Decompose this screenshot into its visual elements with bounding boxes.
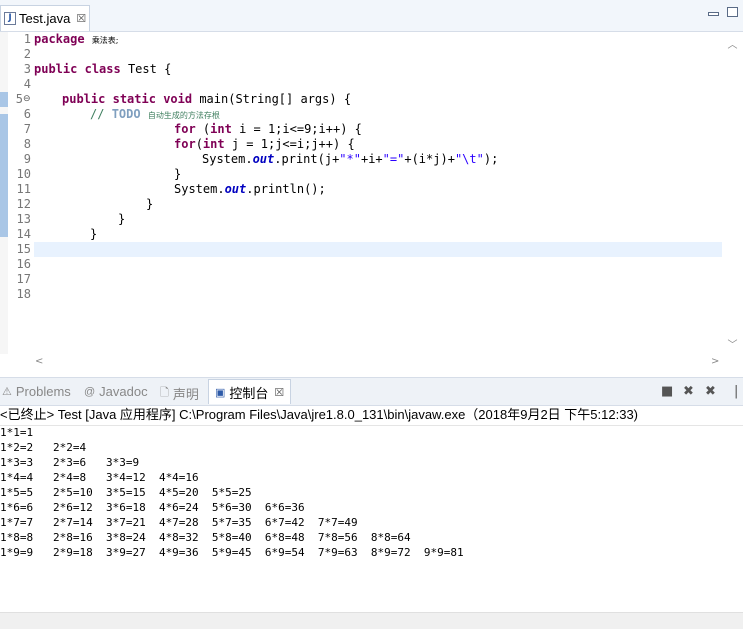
line-number: 12 — [16, 197, 31, 211]
code-line: // TODO 自动生成的方法存根 — [90, 107, 220, 121]
code-line: package 乘法表; — [34, 32, 119, 46]
console-horizontal-scrollbar[interactable] — [0, 612, 743, 629]
more-icon[interactable]: | — [734, 384, 738, 399]
line-number: 8 — [23, 137, 31, 151]
line-number: 18 — [16, 287, 31, 301]
chevron-down-icon[interactable]: ﹀ — [722, 336, 743, 351]
line-number: 6 — [23, 107, 31, 121]
minimize-icon[interactable] — [708, 12, 719, 16]
console-line: 1*6=6 2*6=12 3*6=18 4*6=24 5*6=30 6*6=36 — [0, 501, 305, 514]
code-line: System.out.println(); — [174, 182, 326, 196]
chevron-left-icon[interactable]: < — [35, 356, 43, 367]
chevron-up-icon[interactable]: ︿ — [722, 36, 743, 51]
console-status: <已终止> Test [Java 应用程序] C:\Program Files\… — [0, 405, 743, 426]
editor-tab-label: Test.java — [19, 11, 71, 26]
editor-tab-test-java[interactable]: J Test.java ☒ — [0, 5, 90, 31]
console-line: 1*8=8 2*8=16 3*8=24 4*8=32 5*8=40 6*8=48… — [0, 531, 411, 544]
code-line: } — [146, 197, 154, 211]
console-line: 1*7=7 2*7=14 3*7=21 4*7=28 5*7=35 6*7=42… — [0, 516, 358, 529]
line-number: 3 — [23, 62, 31, 76]
code-line: System.out.print(j+"*"+i+"="+(i*j)+"\t")… — [202, 152, 499, 166]
editor-horizontal-scrollbar[interactable]: < > — [31, 354, 743, 372]
close-icon[interactable]: ☒ — [274, 386, 284, 399]
console-line: 1*9=9 2*9=18 3*9=27 4*9=36 5*9=45 6*9=54… — [0, 546, 464, 559]
left-ruler — [0, 32, 8, 354]
code-line: } — [90, 227, 98, 241]
view-tab-bar: ⚠ Problems @ Javadoc 🗋 声明 ▣ 控制台 ☒ ■ ✖ ✖ … — [0, 377, 743, 406]
at-icon: @ — [84, 385, 96, 398]
maximize-icon[interactable] — [727, 7, 738, 17]
line-number: 4 — [23, 77, 31, 91]
collapse-icon[interactable]: ⊖ — [23, 94, 31, 104]
code-line: public static void main(String[] args) { — [62, 92, 352, 106]
line-number: 16 — [16, 257, 31, 271]
editor-tab-bar: J Test.java ☒ — [0, 0, 743, 32]
chevron-right-icon[interactable]: > — [711, 356, 719, 367]
tab-problems[interactable]: ⚠ Problems — [2, 384, 71, 399]
tab-declaration[interactable]: 🗋 声明 — [160, 384, 199, 403]
code-line: } — [174, 167, 182, 181]
code-line: for (int i = 1;i<=9;i++) { — [174, 122, 362, 136]
line-number: 5 — [15, 92, 23, 106]
line-number: 7 — [23, 122, 31, 136]
remove-all-terminated-icon[interactable]: ✖ — [705, 384, 716, 399]
tab-console[interactable]: ▣ 控制台 ☒ — [208, 379, 292, 404]
console-line: 1*3=3 2*3=6 3*3=9 — [0, 456, 140, 469]
editor-vertical-scrollbar[interactable]: ︿ ﹀ — [722, 32, 743, 354]
terminate-icon[interactable]: ■ — [661, 384, 673, 399]
remove-launch-icon[interactable]: ✖ — [683, 384, 694, 399]
close-icon[interactable]: ☒ — [76, 12, 86, 25]
code-editor[interactable]: 1 2 3 4 5 6 7 8 9 10 11 12 13 14 15 16 1… — [0, 32, 743, 367]
tab-javadoc[interactable]: @ Javadoc — [84, 384, 148, 399]
line-number: 10 — [16, 167, 31, 181]
code-line: for(int j = 1;j<=i;j++) { — [174, 137, 355, 151]
console-line: 1*4=4 2*4=8 3*4=12 4*4=16 — [0, 471, 199, 484]
console-line: 1*5=5 2*5=10 3*5=15 4*5=20 5*5=25 — [0, 486, 252, 499]
line-number: 17 — [16, 272, 31, 286]
line-number-gutter: 1 2 3 4 5 6 7 8 9 10 11 12 13 14 15 16 1… — [8, 32, 31, 354]
line-number: 1 — [23, 32, 31, 46]
line-number: 15 — [16, 242, 31, 256]
code-line: public class Test { — [34, 62, 172, 76]
console-icon: ▣ — [215, 386, 226, 399]
line-number: 11 — [16, 182, 31, 196]
line-number: 13 — [16, 212, 31, 226]
console-line: 1*2=2 2*2=4 — [0, 441, 87, 454]
declaration-icon: 🗋 — [160, 387, 169, 399]
line-number: 2 — [23, 47, 31, 61]
warning-icon: ⚠ — [2, 386, 12, 398]
console-line: 1*1=1 — [0, 426, 34, 439]
line-number: 14 — [16, 227, 31, 241]
change-marker — [0, 114, 8, 237]
java-file-icon: J — [4, 12, 16, 25]
line-number: 9 — [23, 152, 31, 166]
code-line: } — [118, 212, 126, 226]
current-line-highlight — [34, 242, 722, 257]
